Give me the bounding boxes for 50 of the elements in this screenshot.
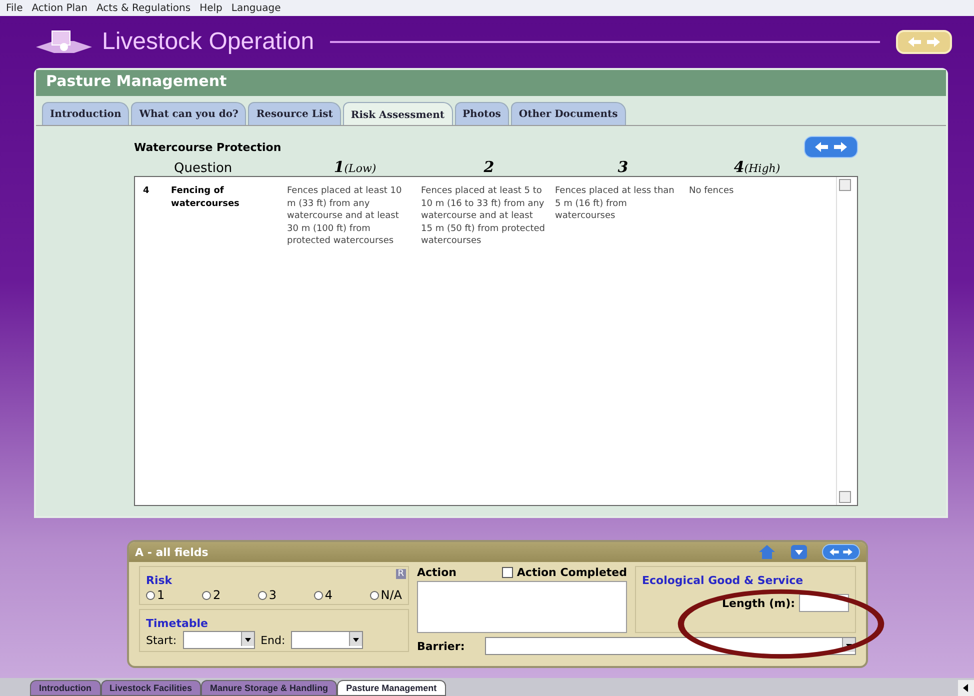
- field-label: Barrier:: [417, 640, 465, 652]
- menu-item[interactable]: Action Plan: [32, 2, 88, 14]
- form-title: A - all fields: [135, 546, 208, 558]
- group-label: Timetable: [146, 617, 208, 630]
- radio-option[interactable]: 4: [314, 588, 332, 602]
- menu-item[interactable]: Acts & Regulations: [96, 2, 191, 14]
- end-dropdown[interactable]: [291, 631, 364, 649]
- tab[interactable]: Pasture Management: [337, 680, 446, 696]
- group-label: Ecological Good & Service: [642, 574, 804, 587]
- radio-option[interactable]: 1: [146, 588, 165, 602]
- tab[interactable]: Introduction: [42, 102, 130, 125]
- radio-option[interactable]: 2: [202, 588, 221, 602]
- table-cell: Fences placed at least 5 to 10 m (16 to 33 ft) from any watercourse and at least 15 m (50 ft) from protected watercourses: [421, 185, 545, 248]
- action-completed-checkbox[interactable]: Action Completed: [502, 566, 627, 579]
- group-label: Risk: [146, 574, 172, 587]
- action-field[interactable]: [417, 581, 627, 633]
- menu-item[interactable]: Language: [231, 2, 281, 14]
- app-title: Livestock Operation: [102, 28, 314, 56]
- table-cell-text: 4: [143, 185, 150, 198]
- scroll-left-icon[interactable]: [958, 680, 974, 696]
- tab[interactable]: Other Documents: [510, 102, 626, 125]
- radio-option[interactable]: 3: [258, 588, 277, 602]
- tab[interactable]: Risk Assessment: [342, 102, 453, 125]
- badge: R: [396, 569, 406, 579]
- start-dropdown[interactable]: [182, 631, 255, 649]
- column-header: Question: [174, 161, 234, 176]
- table-cell-text: Fencing of watercourses: [171, 185, 240, 210]
- field-label: Start:: [146, 634, 177, 646]
- table-cell-text: No fences: [689, 185, 735, 198]
- tab[interactable]: What can you do?: [131, 102, 246, 125]
- column-header: 1(Low): [332, 158, 378, 176]
- panel-title: Pasture Management: [36, 70, 946, 96]
- column-header: 3: [616, 158, 630, 176]
- table-cell-text: Fences placed at less than 5 m (16 ft) from watercourses: [555, 185, 676, 223]
- tab[interactable]: Manure Storage & Handling: [201, 680, 338, 696]
- column-header: 2: [482, 158, 496, 176]
- tab[interactable]: Photos: [454, 102, 509, 125]
- barrier-dropdown[interactable]: [484, 637, 856, 655]
- field-label: Action: [417, 566, 456, 579]
- section-title: Watercourse Protection: [134, 140, 282, 154]
- tab[interactable]: Introduction: [30, 680, 100, 696]
- menu-item[interactable]: Help: [200, 2, 222, 14]
- table-cell-text: Fences placed at least 10 m (33 ft) from any watercourse and at least 30 m (100 ft) from protected watercourses: [287, 185, 403, 248]
- column-header: 4(High): [732, 158, 782, 176]
- tab[interactable]: Livestock Facilities: [100, 680, 202, 696]
- radio-option[interactable]: N/A: [370, 588, 402, 602]
- field-label: Length (m):: [722, 596, 795, 610]
- field-label: End:: [260, 634, 286, 646]
- menu-item[interactable]: File: [6, 2, 23, 14]
- tab[interactable]: Resource List: [248, 102, 341, 125]
